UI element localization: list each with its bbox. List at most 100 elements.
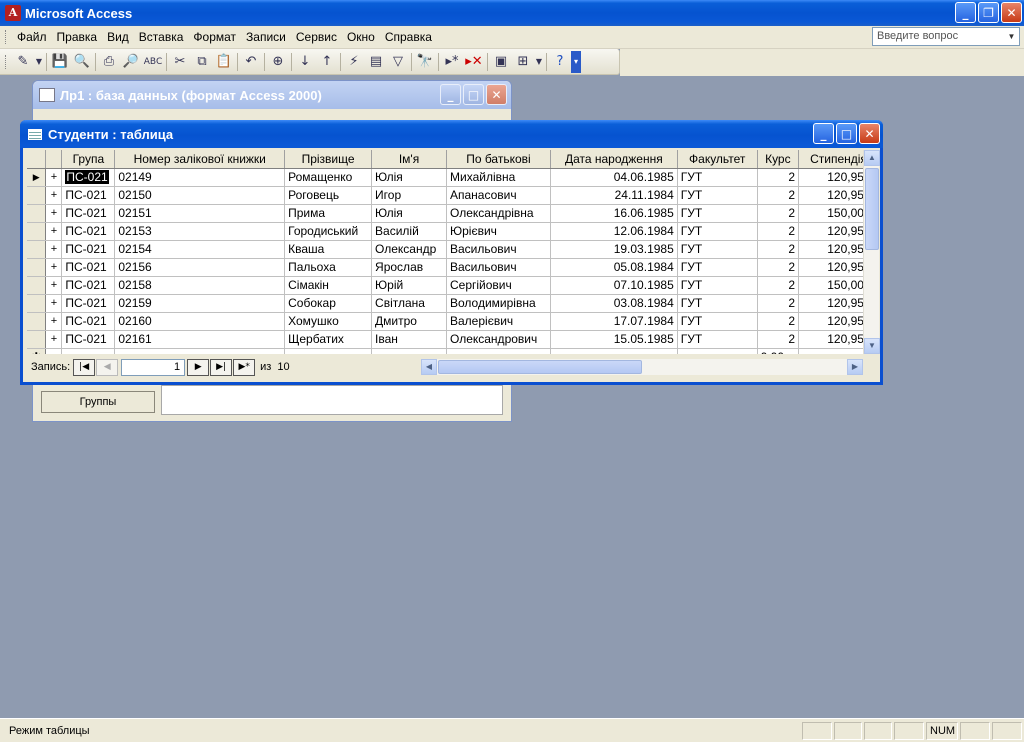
table-row[interactable]: + ПС-021 02150 Роговець Игор Апанасович 24.11.… bbox=[27, 186, 879, 205]
scroll-right-icon[interactable]: ▶ bbox=[847, 359, 863, 375]
cell-patronymic[interactable]: Васильович bbox=[446, 258, 551, 277]
close-button[interactable]: ✕ bbox=[1001, 2, 1022, 23]
cell-surname[interactable]: Прима bbox=[284, 204, 373, 223]
new-record-indicator[interactable]: ✱ bbox=[27, 348, 47, 354]
hyperlink-icon[interactable]: ⊕ bbox=[267, 51, 289, 73]
new-record-cell[interactable] bbox=[446, 348, 551, 354]
cell-record-book[interactable]: 02161 bbox=[114, 330, 286, 349]
cell-course[interactable]: 2 bbox=[757, 222, 800, 241]
copy-icon[interactable]: ⧉ bbox=[191, 51, 213, 73]
cell-group[interactable]: ПС-021 bbox=[61, 276, 116, 295]
cell-group[interactable]: ПС-021 bbox=[61, 294, 116, 313]
menu-records[interactable]: Записи bbox=[241, 27, 291, 47]
last-record-button[interactable]: ▶| bbox=[210, 358, 233, 376]
file-search-icon[interactable]: 🔍 bbox=[71, 51, 93, 73]
paste-icon[interactable]: 📋 bbox=[213, 51, 235, 73]
row-selector[interactable] bbox=[27, 240, 47, 259]
apply-filter-icon[interactable]: ▽ bbox=[387, 51, 409, 73]
menu-insert[interactable]: Вставка bbox=[134, 27, 189, 47]
menu-file[interactable]: Файл bbox=[12, 27, 52, 47]
chevron-down-icon[interactable]: ▼ bbox=[1005, 29, 1018, 44]
cell-faculty[interactable]: ГУТ bbox=[677, 204, 758, 223]
cell-group[interactable]: ПС-021 bbox=[61, 222, 116, 241]
menu-window[interactable]: Окно bbox=[342, 27, 380, 47]
cut-icon[interactable]: ✂ bbox=[169, 51, 191, 73]
cell-surname[interactable]: Роговець bbox=[284, 186, 373, 205]
cell-record-book[interactable]: 02158 bbox=[114, 276, 286, 295]
cell-faculty[interactable]: ГУТ bbox=[677, 294, 758, 313]
cell-course[interactable]: 2 bbox=[757, 330, 800, 349]
cell-patronymic[interactable]: Сергійович bbox=[446, 276, 551, 295]
cell-course[interactable]: 2 bbox=[757, 258, 800, 277]
new-record-row[interactable]: ✱ 0,00гр bbox=[27, 348, 879, 354]
row-selector[interactable] bbox=[27, 186, 47, 205]
cell-surname[interactable]: Кваша bbox=[284, 240, 373, 259]
table-row[interactable]: + ПС-021 02154 Кваша Олександр Васильович 19.0… bbox=[27, 240, 879, 259]
toolbar-grip[interactable] bbox=[5, 54, 8, 69]
cell-surname[interactable]: Сімакін bbox=[284, 276, 373, 295]
vertical-scroll-thumb[interactable] bbox=[865, 168, 879, 250]
cell-faculty[interactable]: ГУТ bbox=[677, 222, 758, 241]
row-selector[interactable] bbox=[27, 330, 47, 349]
groups-panel[interactable] bbox=[161, 385, 503, 415]
minimize-button[interactable]: _ bbox=[955, 2, 976, 23]
cell-course[interactable]: 2 bbox=[757, 312, 800, 331]
cell-record-book[interactable]: 02159 bbox=[114, 294, 286, 313]
cell-patronymic[interactable]: Валерієвич bbox=[446, 312, 551, 331]
cell-surname[interactable]: Городиський bbox=[284, 222, 373, 241]
cell-surname[interactable]: Хомушко bbox=[284, 312, 373, 331]
cell-birth-date[interactable]: 16.06.1985 bbox=[550, 204, 678, 223]
database-window-icon[interactable]: ▣ bbox=[490, 51, 512, 73]
cell-surname[interactable]: Щербатих bbox=[284, 330, 373, 349]
expand-subdatasheet-icon[interactable]: + bbox=[45, 204, 63, 223]
new-record-button[interactable]: ▶* bbox=[233, 358, 256, 376]
expand-subdatasheet-icon[interactable]: + bbox=[45, 312, 63, 331]
row-selector[interactable] bbox=[27, 276, 47, 295]
cell-name[interactable]: Ярослав bbox=[371, 258, 447, 277]
cell-patronymic[interactable]: Олександрівна bbox=[446, 204, 551, 223]
cell-group[interactable]: ПС-021 bbox=[61, 330, 116, 349]
expand-subdatasheet-icon[interactable]: + bbox=[45, 258, 63, 277]
menu-grip[interactable] bbox=[5, 30, 8, 44]
cell-name[interactable]: Світлана bbox=[371, 294, 447, 313]
cell-course[interactable]: 2 bbox=[757, 240, 800, 259]
column-header-course[interactable]: Курс bbox=[757, 150, 800, 169]
restore-button[interactable]: ❐ bbox=[978, 2, 999, 23]
cell-patronymic[interactable]: Михайлівна bbox=[446, 168, 551, 187]
row-selector[interactable] bbox=[27, 294, 47, 313]
table-row[interactable]: + ПС-021 02160 Хомушко Дмитро Валерієвич 17.07… bbox=[27, 312, 879, 331]
table-row[interactable]: ▶ + ПС-021 02149 Ромащенко Юлія Михайлівна 04.0… bbox=[27, 168, 879, 187]
cell-name[interactable]: Василій bbox=[371, 222, 447, 241]
cell-faculty[interactable]: ГУТ bbox=[677, 186, 758, 205]
horizontal-scrollbar[interactable]: ◀ ▶ bbox=[421, 359, 863, 375]
cell-name[interactable]: Дмитро bbox=[371, 312, 447, 331]
expand-subdatasheet-icon[interactable]: + bbox=[45, 186, 63, 205]
cell-course[interactable]: 2 bbox=[757, 294, 800, 313]
table-row[interactable]: + ПС-021 02161 Щербатих Іван Олександрович 15.… bbox=[27, 330, 879, 349]
new-object-dropdown-icon[interactable]: ▼ bbox=[534, 51, 544, 73]
new-record-icon[interactable]: ▸* bbox=[441, 51, 463, 73]
column-header-surname[interactable]: Прізвище bbox=[284, 150, 373, 169]
table-close-button[interactable]: ✕ bbox=[859, 123, 880, 144]
print-preview-icon[interactable]: 🔎 bbox=[120, 51, 142, 73]
column-header-patronymic[interactable]: По батькові bbox=[446, 150, 551, 169]
expand-subdatasheet-icon[interactable]: + bbox=[45, 330, 63, 349]
cell-surname[interactable]: Собокар bbox=[284, 294, 373, 313]
new-object-icon[interactable]: ⊞ bbox=[512, 51, 534, 73]
row-selector[interactable] bbox=[27, 312, 47, 331]
toolbar-options-icon[interactable]: ▾ bbox=[571, 50, 581, 73]
table-row[interactable]: + ПС-021 02153 Городиський Василій Юрієвич 12.… bbox=[27, 222, 879, 241]
cell-group[interactable]: ПС-021 bbox=[61, 186, 116, 205]
db-minimize-button[interactable]: _ bbox=[440, 84, 461, 105]
next-record-button[interactable]: ▶ bbox=[187, 358, 210, 376]
spelling-icon[interactable]: ABC bbox=[142, 51, 164, 73]
cell-group[interactable]: ПС-021 bbox=[61, 312, 116, 331]
cell-group[interactable]: ПС-021 bbox=[61, 168, 116, 187]
db-close-button[interactable]: ✕ bbox=[486, 84, 507, 105]
new-record-cell[interactable] bbox=[284, 348, 373, 354]
first-record-button[interactable]: |◀ bbox=[73, 358, 96, 376]
groups-button[interactable]: Группы bbox=[41, 391, 155, 413]
select-all-corner[interactable] bbox=[27, 150, 47, 169]
save-icon[interactable]: 💾 bbox=[49, 51, 71, 73]
cell-name[interactable]: Олександр bbox=[371, 240, 447, 259]
